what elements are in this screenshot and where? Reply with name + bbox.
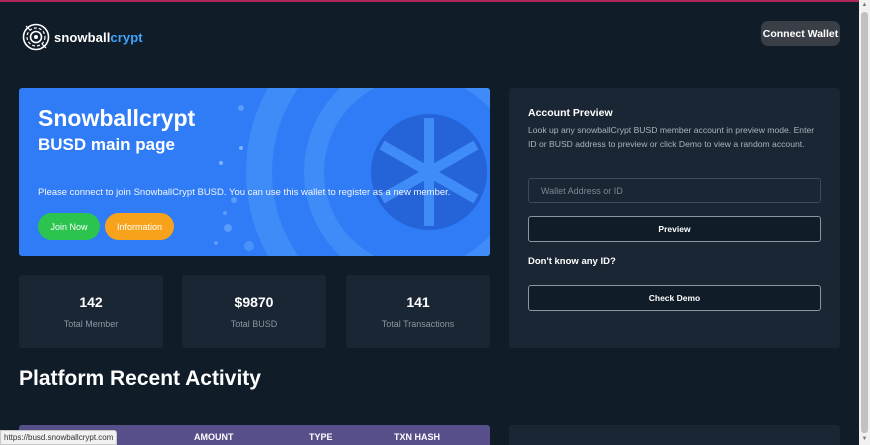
wallet-address-input[interactable]	[528, 178, 821, 203]
dont-know-id-label: Don't know any ID?	[528, 256, 616, 267]
hero-subtitle: BUSD main page	[38, 135, 175, 154]
logo-text: snowballcrypt	[54, 30, 143, 45]
column-header-txn-hash: TXN HASH	[394, 432, 441, 442]
snowball-logo-icon	[22, 23, 50, 51]
logo-text-crypt: crypt	[110, 29, 143, 45]
column-header-amount: AMOUNT	[194, 432, 234, 442]
hero-title: Snowballcrypt	[38, 105, 196, 131]
stat-card-total-busd: $9870 Total BUSD	[182, 275, 326, 348]
stat-label: Total Transactions	[381, 319, 455, 329]
hero-card: Snowballcrypt BUSD main page Please conn…	[19, 88, 490, 256]
status-bar-url: https://busd.snowballcrypt.com	[0, 430, 118, 445]
preview-title: Account Preview	[528, 107, 613, 119]
top-accent-line	[0, 0, 870, 2]
scroll-up-icon[interactable]: ▲	[859, 0, 870, 11]
stat-label: Total Member	[63, 319, 119, 329]
page-scrollbar[interactable]: ▲ ▼	[859, 0, 870, 445]
connect-wallet-button[interactable]: Connect Wallet	[761, 21, 840, 46]
join-now-button[interactable]: Join Now	[38, 213, 100, 240]
stat-card-total-transactions: 141 Total Transactions	[346, 275, 490, 348]
information-button[interactable]: Information	[105, 213, 174, 240]
logo[interactable]: snowballcrypt	[22, 20, 143, 54]
logo-text-snowball: snowball	[54, 29, 111, 45]
column-header-type: TYPE	[309, 432, 333, 442]
stat-value: 141	[406, 294, 430, 310]
activity-side-panel	[509, 425, 840, 445]
hero-description: Please connect to join SnowballCrypt BUS…	[38, 187, 451, 198]
stat-value: 142	[79, 294, 103, 310]
preview-description: Look up any snowballCrypt BUSD member ac…	[528, 125, 815, 149]
scroll-down-icon[interactable]: ▼	[859, 434, 870, 445]
scroll-thumb[interactable]	[861, 12, 868, 433]
stat-card-total-member: 142 Total Member	[19, 275, 163, 348]
check-demo-button[interactable]: Check Demo	[528, 285, 821, 311]
stat-value: $9870	[234, 294, 274, 310]
activity-title: Platform Recent Activity	[19, 367, 261, 390]
stat-label: Total BUSD	[230, 319, 278, 329]
preview-button[interactable]: Preview	[528, 216, 821, 242]
account-preview-panel: Account Preview Look up any snowballCryp…	[509, 88, 840, 348]
